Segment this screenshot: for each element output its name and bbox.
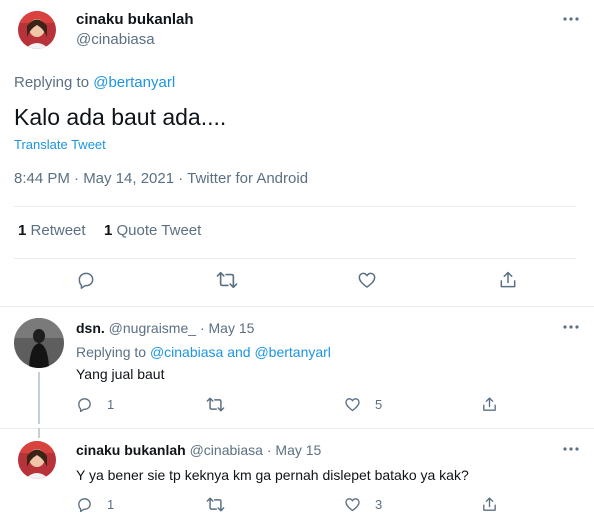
heart-icon [345, 498, 360, 512]
divider [14, 206, 576, 207]
replying-to-prefix: Replying to [76, 344, 147, 360]
replying-to-and: and [227, 344, 251, 360]
replying-to: Replying to @bertanyarl [14, 74, 175, 91]
like-count: 3 [375, 497, 383, 512]
thread-line [38, 372, 40, 424]
reply-icon [78, 498, 91, 513]
retweet-button[interactable] [206, 496, 239, 513]
divider [14, 258, 576, 259]
replying-to-link[interactable]: @cinabiasa [150, 344, 223, 360]
reply-count: 1 [107, 497, 115, 512]
reply-display-name[interactable]: cinaku bukanlah [76, 442, 186, 458]
separator: · [199, 320, 205, 336]
reply-header: cinaku bukanlah @cinabiasa · May 15 [76, 442, 321, 458]
reply-avatar[interactable] [14, 318, 64, 368]
divider [0, 306, 594, 307]
tweet-text: Kalo ada baut ada.... [14, 104, 227, 130]
retweet-icon [206, 497, 225, 512]
reply-avatar[interactable] [18, 441, 56, 479]
author-display-name[interactable]: cinaku bukanlah [76, 11, 194, 28]
tweet-timestamp[interactable]: 8:44 PM · May 14, 2021 · Twitter for And… [14, 170, 308, 187]
reply-date[interactable]: May 15 [275, 442, 321, 458]
reply-button[interactable] [76, 270, 96, 290]
reply-header: dsn. @nugraisme_ · May 15 [76, 320, 254, 336]
replying-to-link[interactable]: @bertanyarl [254, 344, 330, 360]
divider [0, 428, 594, 429]
retweet-button[interactable] [206, 396, 239, 413]
share-icon [483, 497, 496, 511]
share-icon [500, 271, 516, 288]
reply-handle[interactable]: @cinabiasa [190, 442, 263, 458]
retweets-count: 1 [18, 222, 27, 239]
replying-to-prefix: Replying to [14, 74, 90, 91]
translate-tweet-link[interactable]: Translate Tweet [14, 137, 106, 152]
heart-icon [345, 398, 360, 412]
author-handle[interactable]: @cinabiasa [76, 31, 155, 48]
retweets-stat[interactable]: 1 Retweet [18, 222, 86, 239]
reply-display-name[interactable]: dsn. [76, 320, 105, 336]
share-button[interactable] [481, 396, 498, 413]
separator: · [266, 442, 272, 458]
thread-line [38, 428, 40, 438]
reply-button[interactable]: 1 [76, 396, 114, 413]
like-button[interactable]: 3 [344, 496, 382, 513]
retweet-icon [206, 397, 225, 412]
retweet-icon [216, 271, 238, 289]
share-icon [483, 397, 496, 411]
retweet-button[interactable] [216, 270, 238, 290]
quotes-label: Quote Tweet [116, 222, 202, 239]
heart-icon [358, 272, 376, 288]
like-count: 5 [375, 397, 383, 412]
retweets-label: Retweet [30, 222, 86, 239]
more-options-icon[interactable] [560, 320, 582, 334]
replying-to: Replying to @cinabiasa and @bertanyarl [76, 344, 331, 360]
more-options-icon[interactable] [560, 12, 582, 26]
more-options-icon[interactable] [560, 442, 582, 456]
reply-text: Y ya bener sie tp keknya km ga pernah di… [76, 467, 469, 483]
reply-icon [78, 398, 91, 413]
reply-icon [78, 272, 94, 289]
reply-count: 1 [107, 397, 115, 412]
reply-button[interactable]: 1 [76, 496, 114, 513]
reply-text: Yang jual baut [76, 366, 165, 382]
reply-date[interactable]: May 15 [209, 320, 255, 336]
quotes-count: 1 [104, 222, 113, 239]
quotes-stat[interactable]: 1 Quote Tweet [104, 222, 201, 239]
like-button[interactable]: 5 [344, 396, 382, 413]
share-button[interactable] [498, 270, 518, 290]
replying-to-link[interactable]: @bertanyarl [93, 74, 175, 91]
reply-handle[interactable]: @nugraisme_ [109, 320, 196, 336]
share-button[interactable] [481, 496, 498, 513]
author-avatar[interactable] [18, 11, 56, 49]
like-button[interactable] [357, 270, 377, 290]
